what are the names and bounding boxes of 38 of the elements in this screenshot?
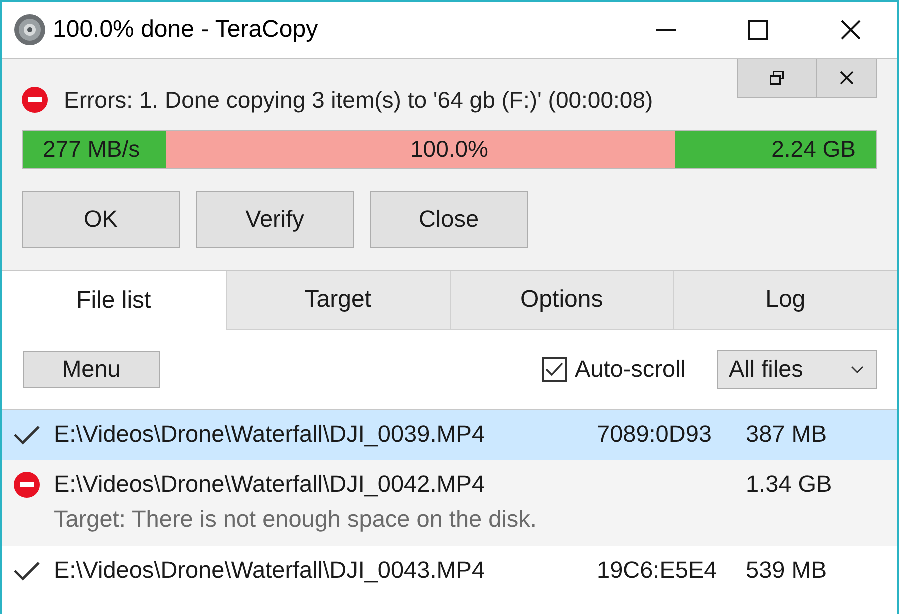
percent-text: 100.0% bbox=[410, 135, 488, 164]
checkmark-icon bbox=[14, 561, 40, 581]
file-path: E:\Videos\Drone\Waterfall\DJI_0039.MP4 bbox=[54, 420, 486, 450]
file-hash: 19C6:E5E4 bbox=[597, 557, 718, 584]
speed-text: 277 MB/s bbox=[43, 135, 140, 164]
window-title: 100.0% done - TeraCopy bbox=[53, 15, 318, 45]
restore-button[interactable] bbox=[737, 59, 817, 98]
menu-button[interactable]: Menu bbox=[23, 351, 160, 388]
file-path: E:\Videos\Drone\Waterfall\DJI_0042.MP4 bbox=[54, 470, 486, 500]
file-size: 1.34 GB bbox=[746, 470, 834, 500]
close-icon bbox=[840, 20, 860, 40]
tab[interactable]: Options bbox=[450, 271, 674, 330]
restore-icon bbox=[770, 71, 784, 85]
close-panel-button[interactable] bbox=[817, 59, 877, 98]
status-message: Errors: 1. Done copying 3 item(s) to '64 gb (F:)' (00:00:08) bbox=[64, 86, 654, 115]
close-icon bbox=[840, 71, 854, 85]
file-hash: 7089:0D93 bbox=[597, 421, 712, 448]
size-text: 2.24 GB bbox=[772, 135, 856, 164]
action-button[interactable]: Close bbox=[370, 191, 528, 248]
file-size: 387 MB bbox=[746, 420, 828, 450]
action-button[interactable]: OK bbox=[22, 191, 180, 248]
tab[interactable]: Log bbox=[673, 271, 897, 330]
checkmark-icon bbox=[14, 425, 40, 445]
action-button[interactable]: Verify bbox=[196, 191, 354, 248]
error-icon bbox=[22, 87, 48, 114]
error-message: Target: There is not enough space on the disk. bbox=[54, 505, 537, 534]
error-icon bbox=[14, 472, 40, 498]
tab[interactable]: Target bbox=[226, 271, 450, 330]
maximize-icon bbox=[748, 20, 768, 40]
file-path: E:\Videos\Drone\Waterfall\DJI_0043.MP4 bbox=[54, 556, 486, 586]
minimize-icon bbox=[656, 29, 676, 31]
file-size: 539 MB bbox=[746, 556, 828, 586]
chevron-down-icon bbox=[851, 366, 864, 374]
file-row[interactable]: E:\Videos\Drone\Waterfall\DJI_0039.MP4 7089:0D93 387 MB bbox=[2, 410, 897, 460]
file-row[interactable]: E:\Videos\Drone\Waterfall\DJI_0042.MP4 1.34 GB Target: There is not enough space on the disk. bbox=[2, 460, 897, 546]
filter-dropdown[interactable]: All files bbox=[717, 350, 877, 389]
auto-scroll-checkbox[interactable]: Auto-scroll bbox=[542, 352, 686, 388]
disc-icon bbox=[14, 14, 46, 46]
